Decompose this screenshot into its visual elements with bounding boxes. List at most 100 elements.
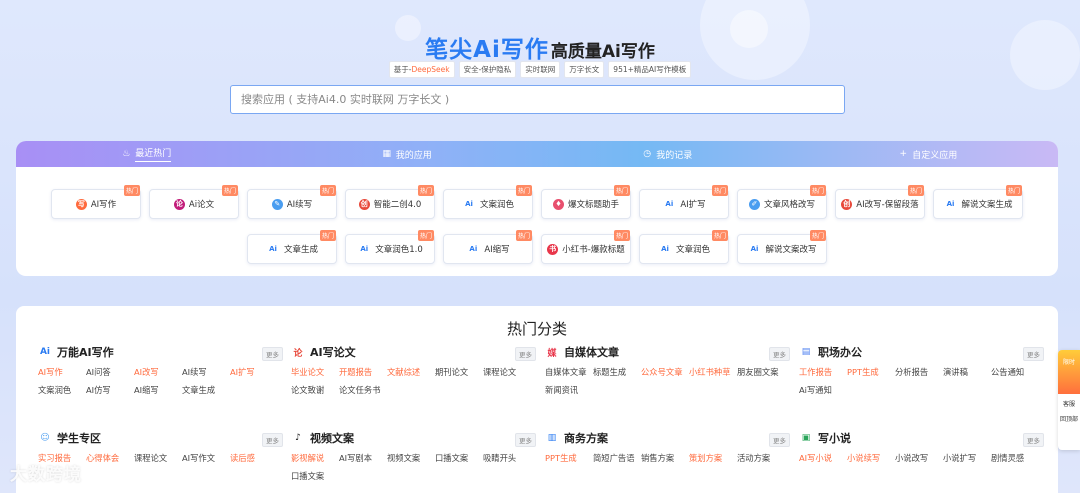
app-card[interactable]: Ai 文章润色 热门 [639, 230, 729, 264]
category-link[interactable]: AI缩写 [134, 384, 182, 396]
category-link[interactable]: AI仿写 [86, 384, 134, 396]
more-button[interactable]: 更多 [515, 347, 536, 361]
app-label: 解说文案生成 [961, 200, 1013, 210]
category-name[interactable]: 视频文案 [310, 430, 354, 446]
category-name[interactable]: 自媒体文章 [564, 344, 619, 360]
category-link[interactable]: PPT生成 [847, 366, 895, 378]
hot-badge: 热门 [809, 185, 826, 196]
title-icon: ♦ [552, 198, 564, 210]
category-name[interactable]: 商务方案 [564, 430, 608, 446]
hot-badge: 热门 [613, 230, 630, 241]
category-link[interactable]: 标题生成 [593, 366, 641, 378]
app-card[interactable]: 创智能二创4.0 热门 [345, 185, 435, 219]
category-link[interactable]: 课程论文 [483, 366, 531, 378]
category-name[interactable]: AI写论文 [310, 344, 356, 360]
app-card[interactable]: Ai 解说文案生成 热门 [933, 185, 1023, 219]
category-name[interactable]: 万能AI写作 [57, 344, 114, 360]
category-link[interactable]: 自媒体文章 [545, 366, 593, 378]
app-card[interactable]: Ai 解说文案改写 热门 [737, 230, 827, 264]
app-card[interactable]: Ai 文章润色1.0 热门 [345, 230, 435, 264]
app-card[interactable]: ♦ 爆文标题助手 热门 [541, 185, 631, 219]
back-to-top-button[interactable]: 回顶部 [1058, 409, 1080, 424]
feature-tag: 基于-DeepSeek [388, 61, 455, 78]
category-link[interactable]: AI写作文 [182, 452, 230, 464]
category-link[interactable]: AI写剧本 [339, 452, 387, 464]
category-link[interactable]: 课程论文 [134, 452, 182, 464]
hot-badge: 热门 [515, 185, 532, 196]
category-link[interactable]: 小说续写 [847, 452, 895, 464]
app-card[interactable]: Ai 文案润色 热门 [443, 185, 533, 219]
category-name[interactable]: 学生专区 [57, 430, 101, 446]
category-link[interactable]: 论文任务书 [339, 384, 387, 396]
tab-custom-app[interactable]: + 自定义应用 [798, 141, 1059, 167]
category-link[interactable]: 公告通知 [991, 366, 1039, 378]
category-name[interactable]: 职场办公 [818, 344, 862, 360]
category-link[interactable]: 读后感 [230, 452, 278, 464]
category-link[interactable]: 吸睛开头 [483, 452, 531, 464]
more-button[interactable]: 更多 [262, 347, 283, 361]
category-link[interactable]: 口播文案 [435, 452, 483, 464]
category-link[interactable]: 视频文案 [387, 452, 435, 464]
tab-label: 最近热门 [135, 146, 172, 162]
service-button[interactable]: 客服 [1058, 394, 1080, 409]
category-link[interactable]: AI改写 [134, 366, 182, 378]
app-card[interactable]: 书小红书-爆款标题 热门 [541, 230, 631, 264]
category-link[interactable]: 公众号文章 [641, 366, 689, 378]
more-button[interactable]: 更多 [1023, 433, 1044, 447]
category-link[interactable]: 毕业论文 [291, 366, 339, 378]
app-card[interactable]: Ai AI缩写 热门 [443, 230, 533, 264]
category-link[interactable]: 小红书种草 [689, 366, 737, 378]
tab-my-apps[interactable]: ▦ 我的应用 [277, 141, 538, 167]
category-link[interactable]: 朋友圈文案 [737, 366, 785, 378]
category-link[interactable]: 口播文案 [291, 470, 339, 482]
category-items: PPT生成 简短广告语 销售方案 策划方案 活动方案 [545, 452, 790, 464]
category-link[interactable]: AI写作 [38, 366, 86, 378]
category-link[interactable]: 心得体会 [86, 452, 134, 464]
app-card[interactable]: Ai 文章生成 热门 [247, 230, 337, 264]
category-link[interactable]: 小说改写 [895, 452, 943, 464]
tab-recent-hot[interactable]: ♨ 最近热门 [16, 141, 277, 167]
category-name[interactable]: 写小说 [818, 430, 851, 446]
category-link[interactable]: 开题报告 [339, 366, 387, 378]
category-items: 影视解说 AI写剧本 视频文案 口播文案 吸睛开头 口播文案 [291, 452, 536, 482]
more-button[interactable]: 更多 [769, 347, 790, 361]
category-link[interactable]: 演讲稿 [943, 366, 991, 378]
promo-button[interactable]: 限时 [1058, 350, 1080, 394]
app-card[interactable]: 创 AI改写-保留段落 热门 [835, 185, 925, 219]
more-button[interactable]: 更多 [262, 433, 283, 447]
category-link[interactable]: AI问答 [86, 366, 134, 378]
category-link[interactable]: 文献综述 [387, 366, 435, 378]
style-icon: ✐ [748, 198, 760, 210]
category-link[interactable]: AI续写 [182, 366, 230, 378]
category-link[interactable]: PPT生成 [545, 452, 593, 464]
category-link[interactable]: 影视解说 [291, 452, 339, 464]
category-link[interactable]: 期刊论文 [435, 366, 483, 378]
category-link[interactable]: 小说扩写 [943, 452, 991, 464]
category-link[interactable]: 简短广告语 [593, 452, 641, 464]
tab-my-records[interactable]: ◷ 我的记录 [537, 141, 798, 167]
app-card[interactable]: 论 Ai论文 热门 [149, 185, 239, 219]
category-link[interactable]: 销售方案 [641, 452, 689, 464]
app-card[interactable]: 写 AI写作 热门 [51, 185, 141, 219]
category-link[interactable]: 策划方案 [689, 452, 737, 464]
category-link[interactable]: 剧情灵感 [991, 452, 1039, 464]
category-link[interactable]: 工作报告 [799, 366, 847, 378]
category-link[interactable]: 分析报告 [895, 366, 943, 378]
category-link[interactable]: Ai写通知 [799, 384, 847, 396]
more-button[interactable]: 更多 [515, 433, 536, 447]
more-button[interactable]: 更多 [1023, 347, 1044, 361]
category-link[interactable]: 活动方案 [737, 452, 785, 464]
app-label: AI扩写 [680, 200, 706, 210]
category-link[interactable]: 文案润色 [38, 384, 86, 396]
search-input[interactable]: 搜索应用 ( 支持Ai4.0 实时联网 万字长文 ) [230, 85, 845, 114]
paper-icon: 论 [173, 198, 185, 210]
app-card[interactable]: ✎ AI续写 热门 [247, 185, 337, 219]
app-card[interactable]: ✐ 文章风格改写 热门 [737, 185, 827, 219]
app-card[interactable]: Ai AI扩写 热门 [639, 185, 729, 219]
category-link[interactable]: AI写小说 [799, 452, 847, 464]
category-link[interactable]: 论文致谢 [291, 384, 339, 396]
category-link[interactable]: 新闻资讯 [545, 384, 593, 396]
more-button[interactable]: 更多 [769, 433, 790, 447]
category-link[interactable]: AI扩写 [230, 366, 278, 378]
category-link[interactable]: 文章生成 [182, 384, 230, 396]
